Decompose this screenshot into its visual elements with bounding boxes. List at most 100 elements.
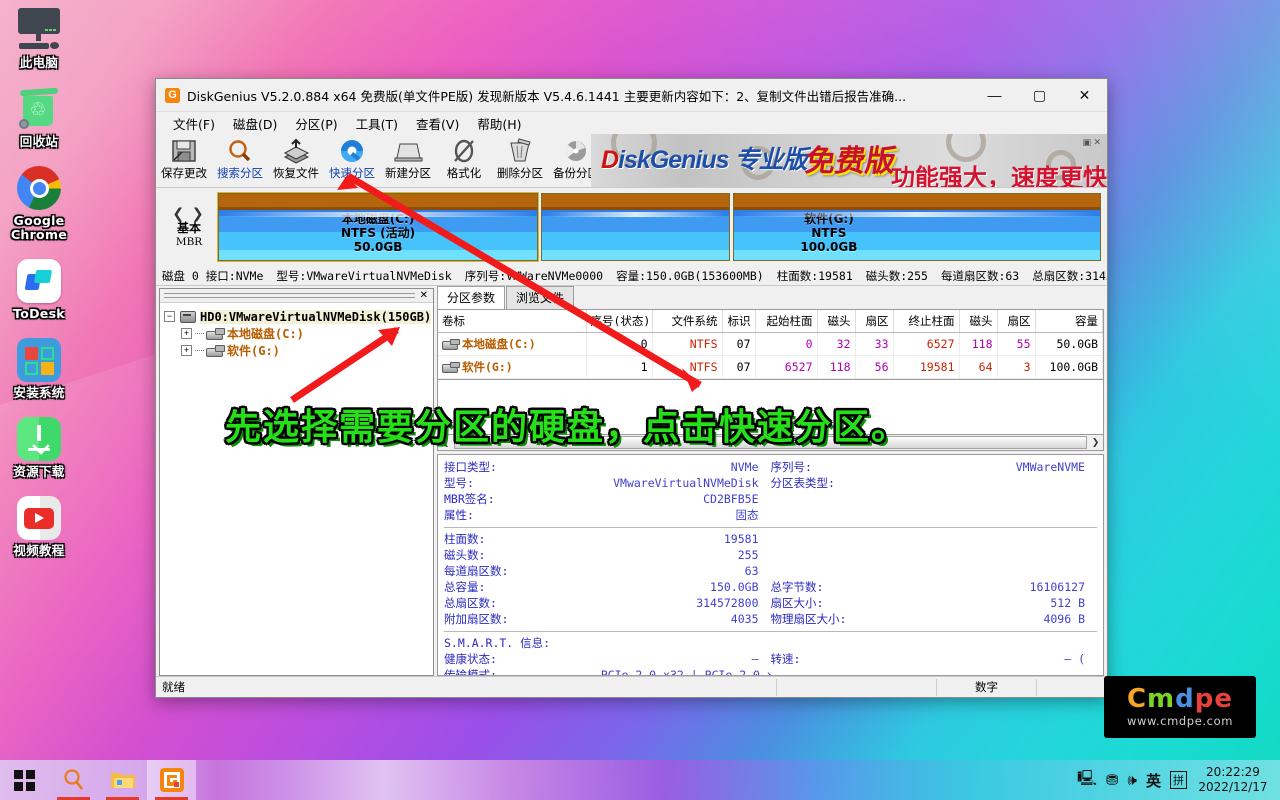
disk-info-line: 磁盘 0 接口:NVMe 型号:VMwareVirtualNVMeDisk 序列…: [156, 266, 1107, 286]
partition-bar-c[interactable]: 本地磁盘(C:) NTFS (活动) 50.0GB: [216, 192, 540, 262]
toolbar-label: 保存更改: [161, 166, 207, 180]
desktop-icon-label: 安装系统: [13, 385, 65, 400]
watermark-logo: Cmdpe: [1127, 686, 1233, 712]
col-end-cylinder[interactable]: 终止柱面: [893, 310, 960, 333]
col-volume[interactable]: 卷标: [438, 310, 587, 333]
cell-flag: 07: [722, 332, 756, 356]
desktop-icon-recycle-bin[interactable]: 回收站: [0, 83, 78, 149]
close-button[interactable]: ✕: [1062, 79, 1107, 112]
clock[interactable]: 20:22:29 2022/12/17: [1196, 765, 1270, 795]
menu-partition[interactable]: 分区(P): [286, 112, 346, 135]
toolbar-recover-file[interactable]: 恢复文件: [268, 134, 324, 186]
partition-bar-gap[interactable]: [541, 193, 730, 261]
detail-key: 属性:: [444, 508, 474, 522]
recover-file-icon: [279, 136, 313, 166]
toolbar-label: 搜索分区: [217, 166, 263, 180]
col-end-head[interactable]: 磁头: [959, 310, 998, 333]
cell-start-head: 118: [817, 355, 856, 379]
col-start-cylinder[interactable]: 起始柱面: [755, 310, 818, 333]
detail-key: 型号:: [444, 476, 474, 490]
desktop-icon-this-pc[interactable]: 此电脑: [0, 4, 78, 70]
taskbar-search[interactable]: [49, 760, 98, 800]
table-row[interactable]: 本地磁盘(C:) 0 NTFS 07 0 32 33 6527 118 55 5…: [438, 332, 1103, 356]
volume-icon[interactable]: 🕪: [1128, 771, 1137, 789]
table-row[interactable]: 软件(G:) 1 NTFS 07 6527 118 56 19581 64 3 …: [438, 355, 1103, 379]
toolbar-format[interactable]: 格式化: [436, 134, 492, 186]
toolbar-search-partition[interactable]: 搜索分区: [212, 134, 268, 186]
cell-filesystem: NTFS: [652, 332, 723, 356]
tree-expander[interactable]: +: [181, 345, 192, 356]
maximize-button[interactable]: ▢: [1017, 79, 1062, 112]
toolbar-new-partition[interactable]: 新建分区: [380, 134, 436, 186]
tree-expander[interactable]: +: [181, 328, 192, 339]
col-flag[interactable]: 标识: [722, 310, 756, 333]
scrollbar-thumb[interactable]: [454, 436, 1087, 449]
col-start-head[interactable]: 磁头: [817, 310, 856, 333]
desktop-icon-install-system[interactable]: 安装系统: [0, 334, 78, 400]
col-filesystem[interactable]: 文件系统: [652, 310, 723, 333]
cell-filesystem: NTFS: [652, 355, 723, 379]
detail-value: — (: [1064, 652, 1085, 666]
col-index[interactable]: 序号(状态): [586, 310, 653, 333]
cell-index: 1: [586, 355, 653, 379]
taskbar-diskgenius[interactable]: [147, 760, 196, 800]
partition-bar-g[interactable]: 软件(G:) NTFS 100.0GB: [732, 193, 1101, 261]
taskbar: 🖳 ⛃ 🕪 英 拼 20:22:29 2022/12/17: [0, 760, 1280, 800]
detail-value: 63: [744, 564, 759, 578]
usb-icon[interactable]: ⛃: [1106, 771, 1119, 789]
menu-disk[interactable]: 磁盘(D): [224, 112, 286, 135]
col-capacity[interactable]: 容量: [1035, 310, 1103, 333]
toolbar-label: 恢复文件: [273, 166, 319, 180]
menu-file[interactable]: 文件(F): [164, 112, 224, 135]
detail-value: 4096 B: [1043, 612, 1085, 626]
disk-map-legend: ❮ ❯ 基本 MBR: [160, 205, 218, 249]
clock-date: 2022/12/17: [1198, 780, 1268, 794]
menu-view[interactable]: 查看(V): [407, 112, 468, 135]
banner-logo-d: D: [601, 146, 619, 174]
menu-help[interactable]: 帮助(H): [468, 112, 530, 135]
detail-row: 健康状态: — 转速: — (: [444, 651, 1097, 667]
toolbar-quick-partition[interactable]: 快速分区: [324, 134, 380, 186]
disk-nav-arrows[interactable]: ❮ ❯: [160, 205, 218, 221]
disk-info-item: 总扇区数:314572800: [1032, 268, 1107, 283]
new-partition-icon: [391, 136, 425, 166]
tree-body: − HD0:VMwareVirtualNVMeDisk(150GB) + 本地磁…: [160, 303, 433, 675]
detail-value: 255: [737, 548, 759, 562]
banner-controls[interactable]: ▣ ✕: [1082, 137, 1101, 148]
tree-item-hd0[interactable]: − HD0:VMwareVirtualNVMeDisk(150GB): [164, 308, 432, 325]
scroll-right-icon[interactable]: ❯: [1088, 437, 1103, 448]
table-horizontal-scrollbar[interactable]: ❮ ❯: [437, 435, 1104, 451]
tree-item-volume-g[interactable]: + 软件(G:): [164, 342, 429, 359]
promo-banner[interactable]: DiskGenius 专业版 免费版 功能强大，速度更快 ▣ ✕: [591, 134, 1107, 187]
detail-row: 型号: VMwareVirtualNVMeDisk 分区表类型:: [444, 475, 1097, 491]
menu-tools[interactable]: 工具(T): [347, 112, 407, 135]
minimize-button[interactable]: —: [972, 79, 1017, 112]
close-icon[interactable]: ✕: [420, 290, 428, 301]
disk-info-item: 型号:VMwareVirtualNVMeDisk: [276, 268, 452, 283]
detail-key: 磁头数:: [444, 548, 486, 562]
tab-browse-files[interactable]: 浏览文件: [506, 286, 575, 309]
desktop-icon-todesk[interactable]: ToDesk: [0, 255, 78, 321]
network-icon[interactable]: 🖳: [1077, 768, 1097, 793]
watermark-m: m: [1147, 684, 1176, 714]
drag-grip[interactable]: [164, 293, 415, 298]
desktop-icon-video-tutorial[interactable]: 视频教程: [0, 492, 78, 558]
tree-expander[interactable]: −: [164, 311, 175, 322]
tree-item-volume-c[interactable]: + 本地磁盘(C:): [164, 325, 429, 342]
start-button[interactable]: [0, 760, 49, 800]
desktop-icon-resource-download[interactable]: 资源下载: [0, 413, 78, 479]
toolbar-save-changes[interactable]: 保存更改: [156, 134, 212, 186]
desktop-icon-google-chrome[interactable]: Google Chrome: [0, 162, 78, 242]
tab-partition-params[interactable]: 分区参数: [437, 286, 506, 309]
scroll-left-icon[interactable]: ❮: [438, 437, 453, 448]
col-end-sector[interactable]: 扇区: [997, 310, 1036, 333]
col-start-sector[interactable]: 扇区: [855, 310, 894, 333]
taskbar-file-explorer[interactable]: [98, 760, 147, 800]
cell-end-sector: 3: [997, 355, 1036, 379]
pinyin-icon[interactable]: 拼: [1170, 771, 1187, 789]
ime-language-icon[interactable]: 英: [1146, 770, 1161, 791]
cell-end-sector: 55: [997, 332, 1036, 356]
chrome-icon: [0, 162, 78, 214]
menubar: 文件(F) 磁盘(D) 分区(P) 工具(T) 查看(V) 帮助(H): [156, 112, 1107, 134]
toolbar-delete-partition[interactable]: 删除分区: [492, 134, 548, 186]
